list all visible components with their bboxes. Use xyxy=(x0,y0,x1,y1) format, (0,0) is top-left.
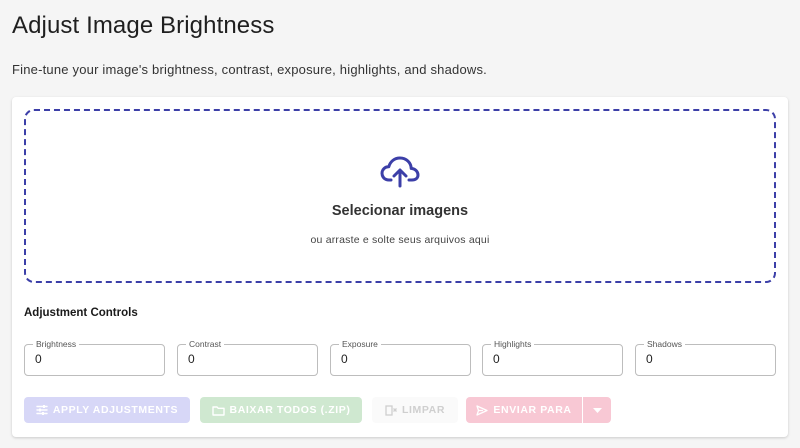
brightness-field[interactable]: Brightness xyxy=(24,339,165,376)
cloud-upload-icon xyxy=(380,156,420,188)
file-dropzone[interactable]: Selecionar imagens ou arraste e solte se… xyxy=(24,109,776,283)
contrast-label: Contrast xyxy=(186,339,225,349)
page: Adjust Image Brightness Fine-tune your i… xyxy=(0,0,800,448)
exposure-label: Exposure xyxy=(339,339,381,349)
send-icon xyxy=(476,404,489,416)
chevron-down-icon xyxy=(592,407,602,413)
apply-adjustments-label: APPLY ADJUSTMENTS xyxy=(52,404,179,416)
page-subtitle: Fine-tune your image's brightness, contr… xyxy=(12,62,487,77)
tune-icon xyxy=(36,405,48,415)
send-to-label: ENVIAR PARA xyxy=(493,404,572,416)
dropzone-subtitle: ou arraste e solte seus arquivos aqui xyxy=(310,234,490,246)
highlights-field[interactable]: Highlights xyxy=(482,339,623,376)
adjustment-controls-heading: Adjustment Controls xyxy=(24,307,138,319)
send-to-menu-button[interactable] xyxy=(583,397,611,423)
exposure-input[interactable] xyxy=(341,352,461,366)
highlights-label: Highlights xyxy=(491,339,535,349)
highlights-input[interactable] xyxy=(493,352,613,366)
send-to-button[interactable]: ENVIAR PARA xyxy=(466,397,582,423)
shadows-input[interactable] xyxy=(646,352,766,366)
shadows-field[interactable]: Shadows xyxy=(635,339,776,376)
contrast-field[interactable]: Contrast xyxy=(177,339,318,376)
main-card: Selecionar imagens ou arraste e solte se… xyxy=(12,97,788,437)
download-all-zip-label: BAIXAR TODOS (.ZIP) xyxy=(229,404,351,416)
apply-adjustments-button[interactable]: APPLY ADJUSTMENTS xyxy=(24,397,190,423)
clear-button[interactable]: LIMPAR xyxy=(372,397,458,423)
download-all-zip-button[interactable]: BAIXAR TODOS (.ZIP) xyxy=(200,397,362,423)
brightness-input[interactable] xyxy=(35,352,155,366)
brightness-label: Brightness xyxy=(33,339,80,349)
page-title: Adjust Image Brightness xyxy=(12,12,275,39)
contrast-input[interactable] xyxy=(188,352,308,366)
clear-icon xyxy=(385,404,397,416)
clear-label: LIMPAR xyxy=(401,404,446,416)
dropzone-title: Selecionar imagens xyxy=(331,203,469,219)
shadows-label: Shadows xyxy=(644,339,685,349)
exposure-field[interactable]: Exposure xyxy=(330,339,471,376)
folder-icon xyxy=(211,405,225,416)
